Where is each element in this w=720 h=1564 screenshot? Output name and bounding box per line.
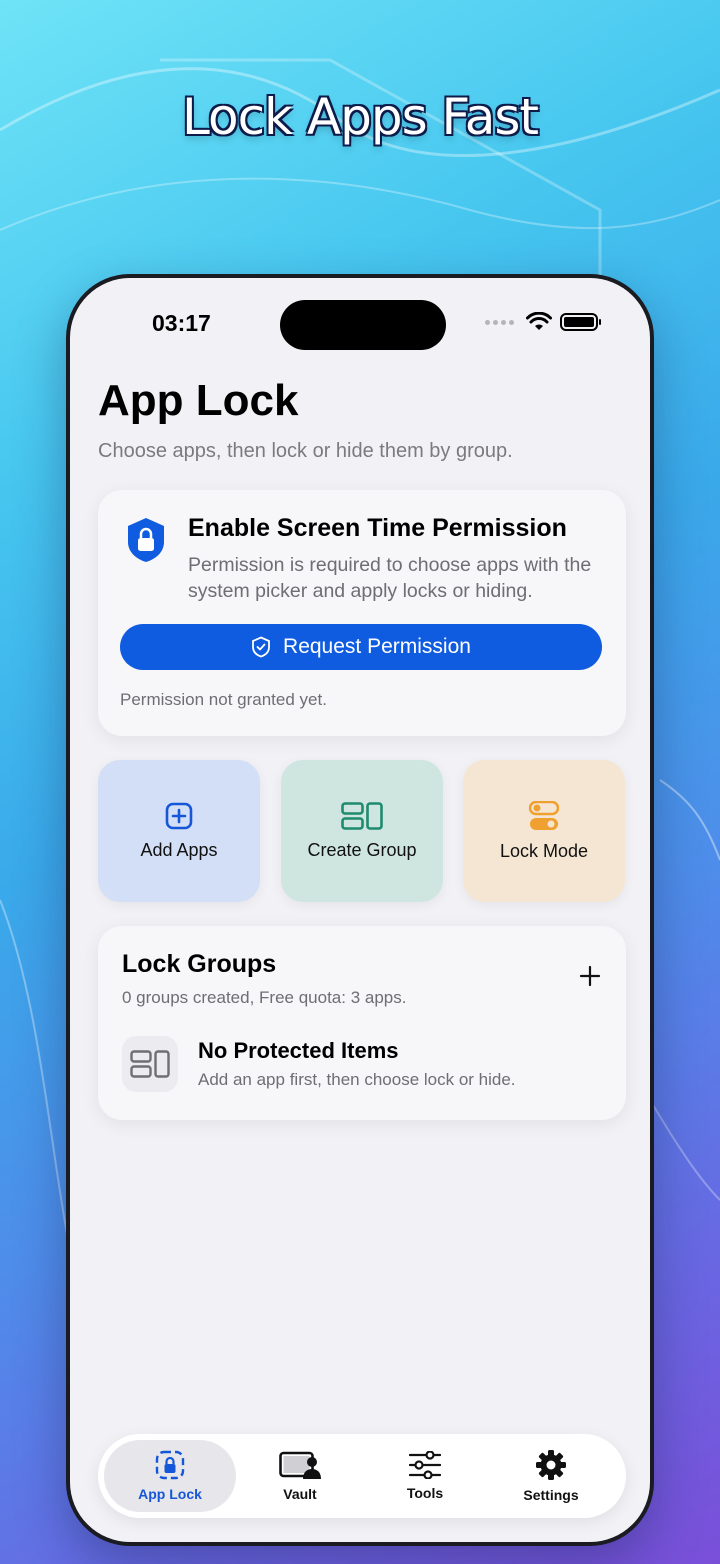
- page-subtitle: Choose apps, then lock or hide them by g…: [98, 440, 513, 462]
- lock-groups-subtitle: 0 groups created, Free quota: 3 apps.: [122, 988, 407, 1007]
- toggles-icon: [529, 800, 559, 830]
- add-group-button[interactable]: [576, 962, 604, 990]
- empty-state-title: No Protected Items: [198, 1038, 399, 1063]
- shield-lock-icon: [128, 518, 164, 562]
- lock-mode-label: Lock Mode: [499, 840, 589, 861]
- tab-bar: App Lock Vault Tools Settings: [98, 1434, 626, 1518]
- lock-groups-title: Lock Groups: [122, 950, 277, 978]
- cellular-dots-icon: [485, 319, 514, 325]
- tab-app-lock[interactable]: App Lock: [104, 1440, 236, 1512]
- status-indicators: [485, 312, 601, 332]
- tab-settings[interactable]: Settings: [485, 1440, 617, 1512]
- tab-vault-label: Vault: [283, 1486, 317, 1502]
- group-outline-icon: [130, 1050, 170, 1078]
- tab-app-lock-label: App Lock: [138, 1486, 202, 1502]
- tab-vault[interactable]: Vault: [234, 1440, 366, 1512]
- page-title: App Lock: [98, 376, 299, 425]
- lock-groups-card: Lock Groups 0 groups created, Free quota…: [98, 926, 626, 1120]
- request-permission-button[interactable]: Request Permission: [120, 624, 602, 670]
- group-icon: [341, 801, 383, 830]
- shield-check-icon: [252, 636, 270, 658]
- plus-icon: [579, 965, 601, 987]
- lock-mode-button[interactable]: Lock Mode: [463, 760, 625, 902]
- gear-icon: [536, 1450, 566, 1480]
- status-time: 03:17: [152, 310, 211, 336]
- plus-square-icon: [165, 802, 193, 829]
- headline: Lock Apps Fast: [182, 88, 539, 146]
- permission-status: Permission not granted yet.: [120, 690, 327, 709]
- sliders-icon: [409, 1451, 441, 1479]
- tab-settings-label: Settings: [523, 1487, 579, 1503]
- dynamic-island: [280, 300, 446, 350]
- phone-frame: 03:17 App Lock Choose apps, then lock or…: [66, 274, 654, 1546]
- create-group-label: Create Group: [307, 839, 417, 860]
- request-permission-label: Request Permission: [283, 635, 471, 658]
- add-apps-label: Add Apps: [140, 839, 218, 860]
- app-lock-icon: [155, 1450, 185, 1480]
- empty-state-icon-box: [122, 1036, 178, 1092]
- app-screen: 03:17 App Lock Choose apps, then lock or…: [70, 278, 650, 1542]
- permission-card: Enable Screen Time Permission Permission…: [98, 490, 626, 736]
- empty-state-description: Add an app first, then choose lock or hi…: [198, 1070, 516, 1089]
- tab-tools[interactable]: Tools: [359, 1440, 491, 1512]
- battery-icon: [560, 313, 601, 331]
- create-group-button[interactable]: Create Group: [281, 760, 443, 902]
- wifi-icon: [526, 312, 552, 330]
- vault-icon: [279, 1451, 321, 1479]
- permission-title: Enable Screen Time Permission: [188, 514, 567, 542]
- tab-tools-label: Tools: [406, 1485, 444, 1501]
- permission-description: Permission is required to choose apps wi…: [188, 554, 592, 602]
- add-apps-button[interactable]: Add Apps: [98, 760, 260, 902]
